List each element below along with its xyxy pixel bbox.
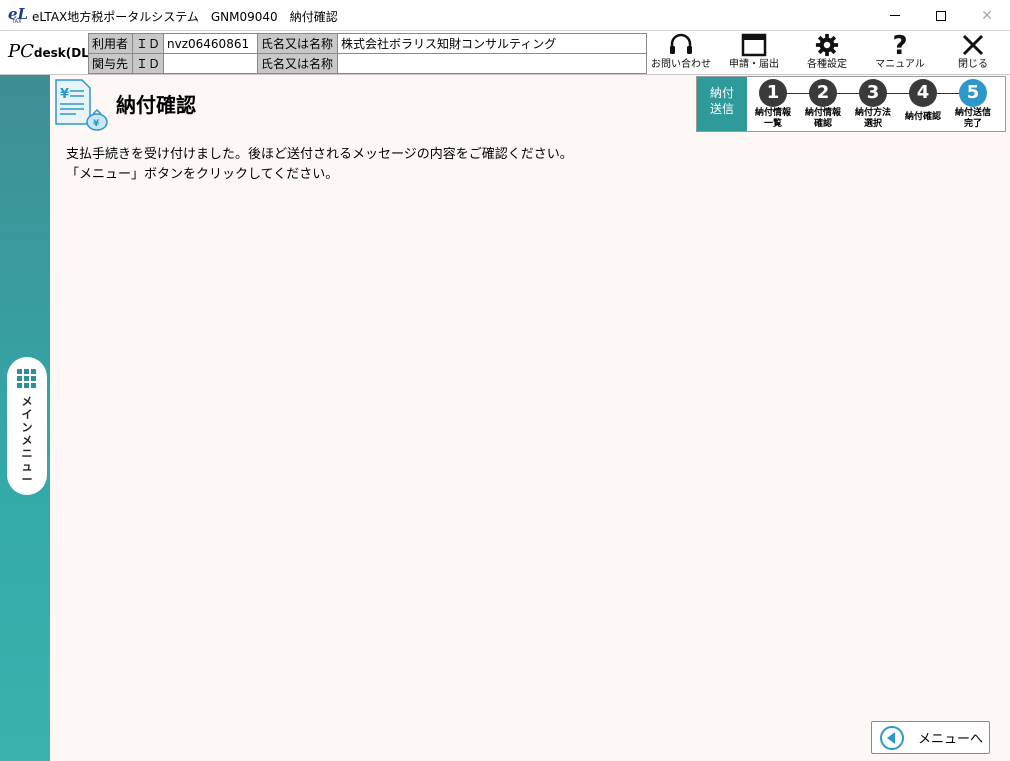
step-1: 1 納付情報 一覧 [748,79,798,129]
maximize-icon [936,10,946,21]
related-id-value [163,53,259,74]
eltax-logo-icon: eL TAX [8,5,29,25]
window-icon [720,33,788,59]
main-menu-label: メインメニュー [21,395,33,486]
user-name-value: 株式会社ボラリス知財コンサルティング [337,33,648,54]
step-3: 3 納付方法 選択 [848,79,898,129]
payment-document-icon: ¥ ¥ [52,78,108,132]
related-name-value [337,53,648,74]
related-role-label: 関与先 [88,53,133,74]
user-id-value: nvz06460861 [163,33,259,54]
back-to-menu-label: メニューへ [918,732,984,747]
close-app-button[interactable]: 閉じる [939,33,1007,75]
svg-text:¥: ¥ [60,87,69,102]
stage-label: 納付 送信 [697,77,747,131]
related-name-label: 氏名又は名称 [257,53,339,74]
minimize-button[interactable] [872,0,918,31]
window-close-icon: ✕ [981,7,993,24]
title-bar: eL TAX eLTAX地方税ポータルシステム GNM09040 納付確認 ✕ [0,0,1010,31]
manual-button[interactable]: ? マニュアル [866,33,934,75]
maximize-button[interactable] [918,0,964,31]
user-info-table: 利用者 ＩＤ nvz06460861 氏名又は名称 株式会社ボラリス知財コンサル… [88,33,648,74]
minimize-icon [890,15,900,16]
back-to-menu-button[interactable]: メニューへ [871,721,990,754]
svg-text:¥: ¥ [93,119,100,129]
user-id-label: ＩＤ [131,33,165,54]
window-title: eLTAX地方税ポータルシステム GNM09040 納付確認 [32,10,338,24]
header-bar: PCdesk(DL版) 利用者 ＩＤ nvz06460861 氏名又は名称 株式… [0,31,1010,75]
step-5-active: 5 納付送信 完了 [948,79,998,129]
message-line-2: 「メニュー」ボタンをクリックしてください。 [66,167,339,182]
gear-icon [793,33,861,59]
question-icon: ? [892,31,908,61]
message-line-1: 支払手続きを受け付けました。後ほど送付されるメッセージの内容をご確認ください。 [66,147,573,162]
user-role-label: 利用者 [88,33,133,54]
settings-button[interactable]: 各種設定 [793,33,861,75]
grid-icon [17,369,36,388]
step-4: 4 納付確認 [898,79,948,123]
back-arrow-icon [880,725,904,750]
page-title: 納付確認 [116,93,196,117]
contact-button[interactable]: お問い合わせ [647,33,715,75]
related-row: 関与先 ＩＤ 氏名又は名称 [88,53,648,74]
headset-icon [647,33,715,59]
close-icon [939,33,1007,59]
user-name-label: 氏名又は名称 [257,33,339,54]
step-2: 2 納付情報 確認 [798,79,848,129]
application-button[interactable]: 申請・届出 [720,33,788,75]
user-row: 利用者 ＩＤ nvz06460861 氏名又は名称 株式会社ボラリス知財コンサル… [88,33,648,54]
window-close-button[interactable]: ✕ [964,0,1010,31]
main-menu-button[interactable]: メインメニュー [7,357,47,495]
related-id-label: ＩＤ [131,53,165,74]
step-indicator: 納付 送信 1 納付情報 一覧 2 納付情報 確認 3 納付方法 選択 4 納付… [696,76,1006,132]
